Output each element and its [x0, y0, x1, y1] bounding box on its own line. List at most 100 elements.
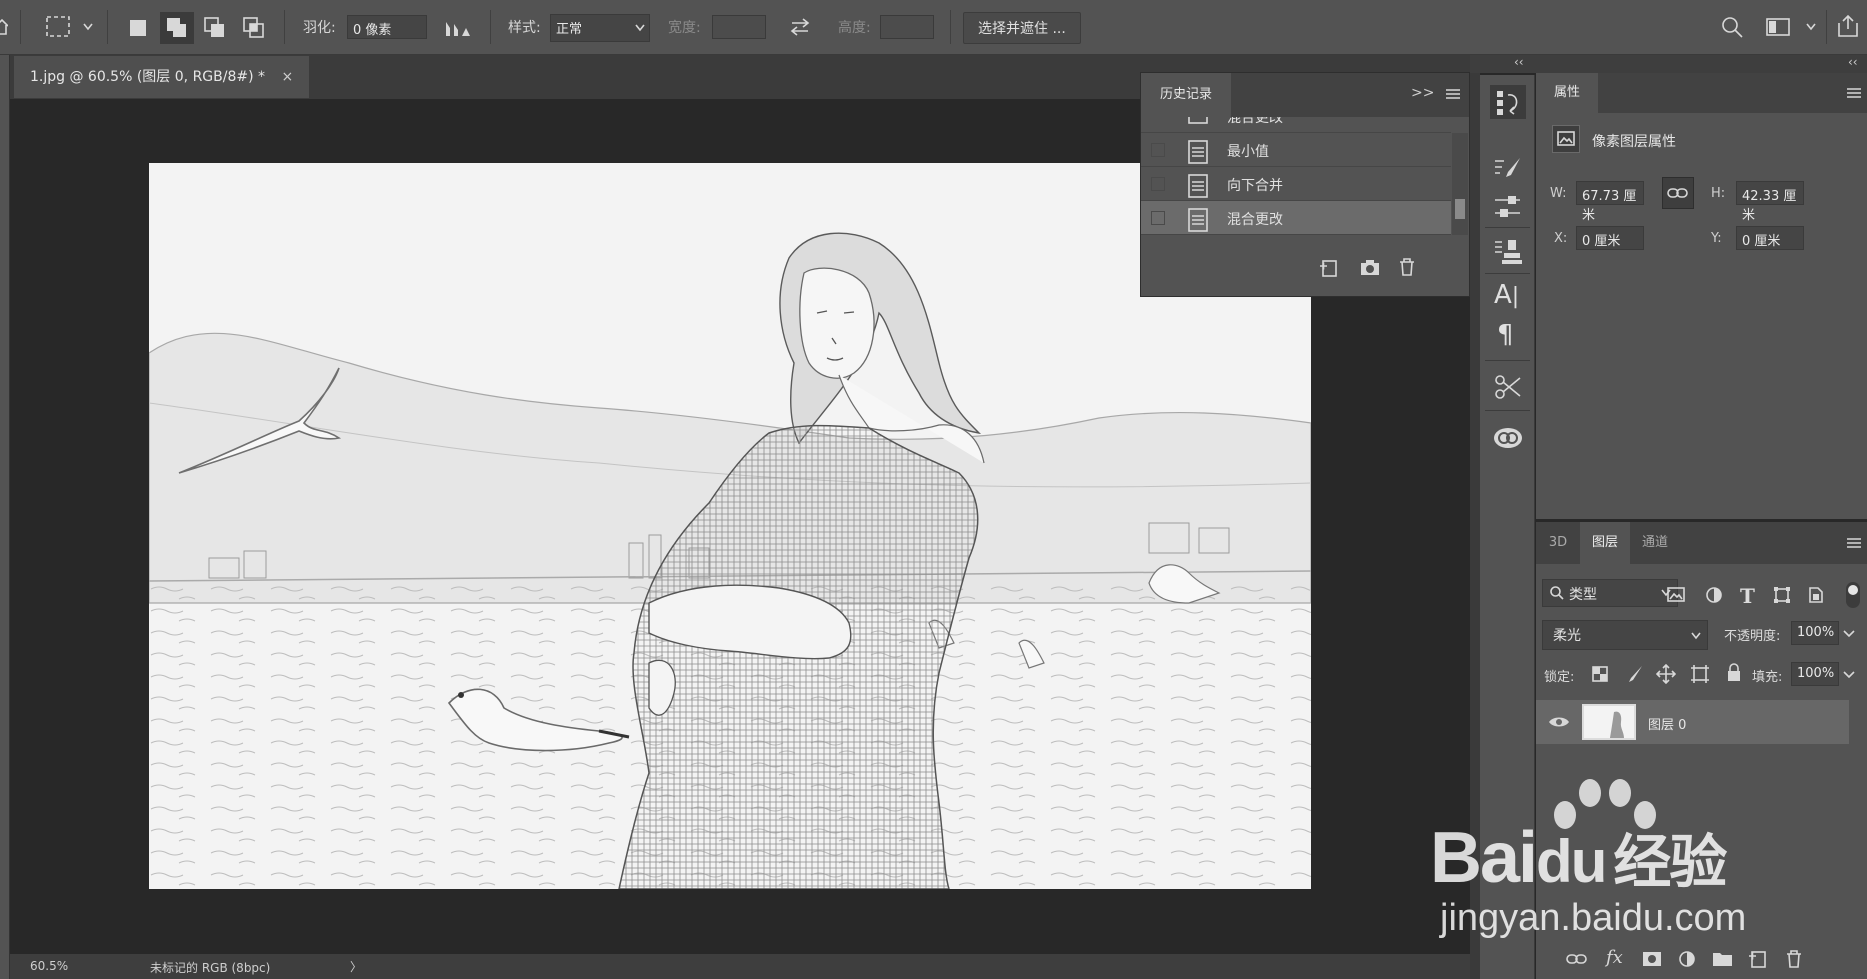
history-scrollbar[interactable] — [1452, 133, 1468, 235]
pixel-layer-badge — [1552, 125, 1580, 153]
chevron-down-icon — [635, 24, 645, 32]
document-tab[interactable]: 1.jpg @ 60.5% (图层 0, RGB/8#) * × — [14, 56, 310, 98]
status-bar: 60.5% 未标记的 RGB (8bpc) 〉 — [10, 954, 1470, 979]
lock-transparent-icon[interactable] — [1591, 665, 1609, 683]
height-label: 高度: — [838, 20, 871, 36]
history-panel: 历史记录 >> 混合更改 最小值 向下合并 混合更改 — [1140, 72, 1470, 297]
history-tab[interactable]: 历史记录 — [1141, 73, 1231, 117]
tab-3d[interactable]: 3D — [1536, 522, 1580, 564]
lock-pixels-icon[interactable] — [1624, 664, 1644, 684]
adjustments-icon[interactable] — [1492, 193, 1524, 221]
marquee-tool-icon[interactable] — [45, 15, 71, 39]
snapshot-source-checkbox[interactable] — [1151, 143, 1165, 157]
expand-panel-icon[interactable]: >> — [1411, 85, 1434, 101]
document-state-icon — [1187, 207, 1209, 233]
history-header: 历史记录 >> — [1141, 73, 1469, 117]
zoom-level[interactable]: 60.5% — [30, 959, 68, 973]
history-item[interactable]: 向下合并 — [1141, 167, 1451, 201]
intersect-selection-icon[interactable] — [242, 16, 268, 40]
collapse-icon[interactable]: ‹‹ — [1514, 55, 1524, 69]
close-icon[interactable]: × — [281, 69, 293, 85]
tab-channels[interactable]: 通道 — [1630, 522, 1680, 564]
home-icon[interactable] — [0, 16, 8, 36]
link-dimensions-icon[interactable] — [1662, 177, 1694, 209]
panel-menu-icon[interactable] — [1445, 87, 1461, 101]
status-menu-arrow[interactable]: 〉 — [350, 958, 362, 975]
width-input[interactable] — [712, 15, 766, 39]
tool-presets-icon[interactable] — [1492, 372, 1524, 402]
new-selection-icon[interactable] — [128, 18, 148, 38]
y-input[interactable]: 0 厘米 — [1736, 226, 1804, 250]
search-icon — [1549, 585, 1565, 601]
lock-all-icon[interactable] — [1726, 663, 1742, 683]
filter-adjustment-icon[interactable] — [1704, 586, 1724, 604]
filter-type-icon[interactable]: T — [1740, 584, 1755, 608]
style-label: 样式: — [508, 20, 541, 36]
history-item[interactable]: 最小值 — [1141, 133, 1451, 167]
trash-icon[interactable] — [1397, 257, 1417, 277]
history-item[interactable]: 混合更改 — [1141, 117, 1451, 133]
tab-layers[interactable]: 图层 — [1580, 522, 1630, 564]
height-input[interactable] — [880, 15, 934, 39]
add-to-selection-icon[interactable] — [160, 12, 194, 44]
dock-collapse-bar[interactable]: ‹‹ ‹‹ — [1470, 55, 1867, 73]
search-icon[interactable] — [1720, 15, 1744, 39]
h-input[interactable]: 42.33 厘米 — [1736, 181, 1804, 223]
snapshot-source-checkbox[interactable] — [1151, 177, 1165, 191]
filter-shape-icon[interactable] — [1772, 586, 1792, 604]
properties-tab[interactable]: 属性 — [1536, 73, 1598, 113]
history-item-label: 混合更改 — [1227, 212, 1283, 228]
panel-menu-icon[interactable] — [1846, 86, 1862, 100]
document-state-icon — [1187, 173, 1209, 199]
clone-source-icon[interactable] — [1492, 237, 1524, 267]
chevron-down-icon[interactable] — [1805, 22, 1817, 32]
panel-menu-icon[interactable] — [1846, 536, 1862, 550]
width-label: 宽度: — [668, 20, 701, 36]
filter-toggle[interactable] — [1846, 582, 1860, 608]
blend-mode-select[interactable]: 柔光 — [1542, 620, 1708, 650]
pixel-layer-properties-label: 像素图层属性 — [1592, 134, 1676, 150]
document-state-icon — [1187, 117, 1209, 125]
chevron-down-icon[interactable] — [1843, 630, 1855, 638]
layer-name[interactable]: 图层 0 — [1648, 714, 1686, 733]
new-document-from-state-icon[interactable] — [1317, 258, 1339, 278]
filter-smart-object-icon[interactable] — [1806, 586, 1826, 604]
share-icon[interactable] — [1835, 13, 1861, 39]
feather-label: 羽化: — [303, 20, 336, 36]
opacity-input[interactable]: 100% — [1791, 621, 1839, 645]
select-and-mask-button[interactable]: 选择并遮住 ... — [963, 12, 1081, 44]
feather-input[interactable]: 0 像素 — [347, 15, 427, 39]
fill-input[interactable]: 100% — [1791, 662, 1839, 686]
workspace-icon[interactable] — [1765, 17, 1791, 37]
swap-icon[interactable] — [788, 16, 812, 38]
history-item-selected[interactable]: 混合更改 — [1141, 201, 1451, 235]
anti-alias-icon[interactable] — [444, 18, 474, 38]
layers-header: 3D 图层 通道 — [1536, 522, 1867, 564]
brush-settings-icon[interactable] — [1492, 155, 1524, 183]
history-icon[interactable] — [1490, 85, 1526, 119]
chevron-down-icon — [1691, 632, 1701, 640]
camera-icon[interactable] — [1359, 259, 1381, 277]
w-input[interactable]: 67.73 厘米 — [1576, 181, 1644, 223]
properties-header: 属性 — [1536, 73, 1867, 113]
x-input[interactable]: 0 厘米 — [1576, 226, 1644, 250]
lock-position-icon[interactable] — [1656, 664, 1676, 684]
filter-pixel-icon[interactable] — [1666, 586, 1686, 604]
y-label: Y: — [1711, 231, 1722, 246]
brand-text: Baidu 经验 — [1430, 815, 1727, 899]
options-bar: 羽化: 0 像素 样式: 正常 宽度: 高度: 选择并遮住 ... — [0, 0, 1867, 55]
scroll-thumb[interactable] — [1455, 199, 1465, 219]
collapse-icon[interactable]: ‹‹ — [1848, 55, 1858, 69]
character-icon[interactable]: A| — [1494, 280, 1519, 310]
chevron-down-icon[interactable] — [1843, 671, 1855, 679]
chevron-down-icon[interactable] — [82, 22, 94, 32]
lock-artboard-icon[interactable] — [1690, 664, 1710, 684]
layer-filter-select[interactable]: 类型 — [1542, 579, 1678, 607]
snapshot-source-checkbox[interactable] — [1151, 211, 1165, 225]
eye-icon[interactable] — [1548, 714, 1570, 730]
subtract-selection-icon[interactable] — [203, 16, 229, 40]
libraries-icon[interactable] — [1490, 422, 1526, 452]
style-select[interactable]: 正常 — [550, 14, 650, 42]
paragraph-icon[interactable]: ¶ — [1497, 320, 1514, 350]
layer-row[interactable]: 图层 0 — [1536, 700, 1849, 744]
